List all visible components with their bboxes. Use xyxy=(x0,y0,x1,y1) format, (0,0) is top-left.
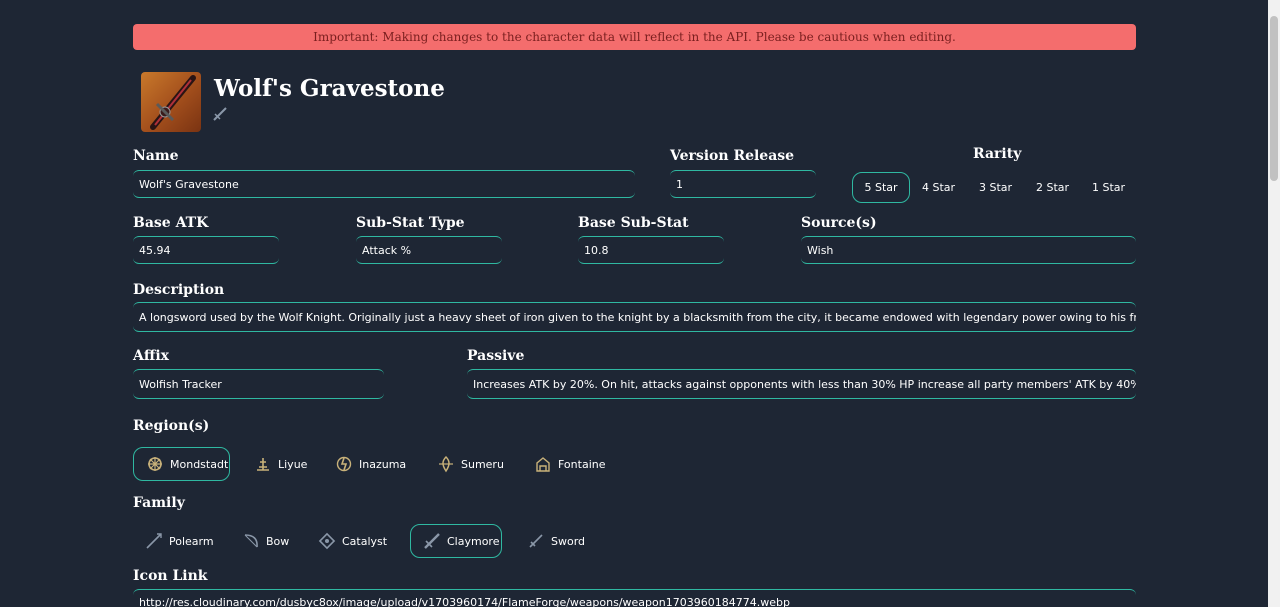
catalyst-icon xyxy=(318,532,336,550)
family-option-label: Bow xyxy=(266,534,290,548)
base-substat-field[interactable]: 10.8 xyxy=(578,236,724,264)
region-label: Inazuma xyxy=(359,457,407,471)
rarity-2-star[interactable]: 2 Star xyxy=(1024,172,1081,203)
region-fontaine[interactable]: Fontaine xyxy=(522,447,617,481)
region-sumeru[interactable]: Sumeru xyxy=(425,447,515,481)
region-label: Sumeru xyxy=(461,457,504,471)
sources-label: Source(s) xyxy=(801,215,877,231)
substat-type-field[interactable]: Attack % xyxy=(356,236,502,264)
rarity-4-star[interactable]: 4 Star xyxy=(910,172,967,203)
region-label: Mondstadt xyxy=(170,457,229,471)
inazuma-icon xyxy=(336,456,352,472)
name-label: Name xyxy=(133,148,179,164)
liyue-icon xyxy=(257,458,269,471)
substat-type-label: Sub-Stat Type xyxy=(356,215,465,231)
description-label: Description xyxy=(133,282,225,298)
family-option-label: Sword xyxy=(551,534,586,548)
family-sword[interactable]: Sword xyxy=(515,524,595,558)
passive-field[interactable]: Increases ATK by 20%. On hit, attacks ag… xyxy=(467,369,1136,399)
base-atk-field[interactable]: 45.94 xyxy=(133,236,279,264)
scrollbar-thumb[interactable] xyxy=(1270,16,1278,181)
name-field[interactable]: Wolf's Gravestone xyxy=(133,170,635,198)
description-field[interactable]: A longsword used by the Wolf Knight. Ori… xyxy=(133,302,1136,332)
region-label: Liyue xyxy=(278,457,308,471)
scrollbar[interactable] xyxy=(1268,0,1280,607)
regions-label: Region(s) xyxy=(133,418,210,434)
weapon-title: Wolf's Gravestone xyxy=(214,75,445,102)
rarity-3-star[interactable]: 3 Star xyxy=(967,172,1024,203)
base-substat-label: Base Sub-Stat xyxy=(578,215,689,231)
family-polearm[interactable]: Polearm xyxy=(133,524,221,558)
version-field[interactable]: 1 xyxy=(670,170,816,198)
family-claymore[interactable]: Claymore xyxy=(410,524,502,558)
claymore-icon xyxy=(424,533,440,549)
rarity-label: Rarity xyxy=(973,146,1022,162)
mondstadt-icon xyxy=(148,457,162,471)
family-bow[interactable]: Bow xyxy=(230,524,300,558)
version-label: Version Release xyxy=(670,148,795,164)
polearm-icon xyxy=(146,533,162,549)
base-atk-label: Base ATK xyxy=(133,215,209,231)
sources-field[interactable]: Wish xyxy=(801,236,1136,264)
region-inazuma[interactable]: Inazuma xyxy=(323,447,418,481)
region-label: Fontaine xyxy=(558,457,606,471)
sword-icon xyxy=(529,534,543,548)
family-option-label: Catalyst xyxy=(342,534,388,548)
family-option-label: Polearm xyxy=(169,534,214,548)
icon-link-label: Icon Link xyxy=(133,568,208,584)
family-label: Family xyxy=(133,495,185,511)
affix-field[interactable]: Wolfish Tracker xyxy=(133,369,384,399)
claymore-icon xyxy=(212,106,228,122)
region-liyue[interactable]: Liyue xyxy=(242,447,320,481)
weapon-image xyxy=(141,72,201,132)
sumeru-icon xyxy=(439,455,453,473)
fontaine-icon xyxy=(536,457,550,472)
family-option-label: Claymore xyxy=(447,534,500,548)
warning-banner: Important: Making changes to the charact… xyxy=(133,24,1136,50)
region-mondstadt[interactable]: Mondstadt xyxy=(133,447,230,481)
rarity-1-star[interactable]: 1 Star xyxy=(1081,172,1136,203)
icon-link-field[interactable]: http://res.cloudinary.com/dusbyc8ox/imag… xyxy=(133,589,1136,607)
rarity-5-star[interactable]: 5 Star xyxy=(852,172,910,203)
weapon-editor-page: Important: Making changes to the charact… xyxy=(0,0,1280,607)
family-catalyst[interactable]: Catalyst xyxy=(306,524,400,558)
bow-icon xyxy=(244,534,258,548)
passive-label: Passive xyxy=(467,348,525,364)
affix-label: Affix xyxy=(133,348,170,364)
